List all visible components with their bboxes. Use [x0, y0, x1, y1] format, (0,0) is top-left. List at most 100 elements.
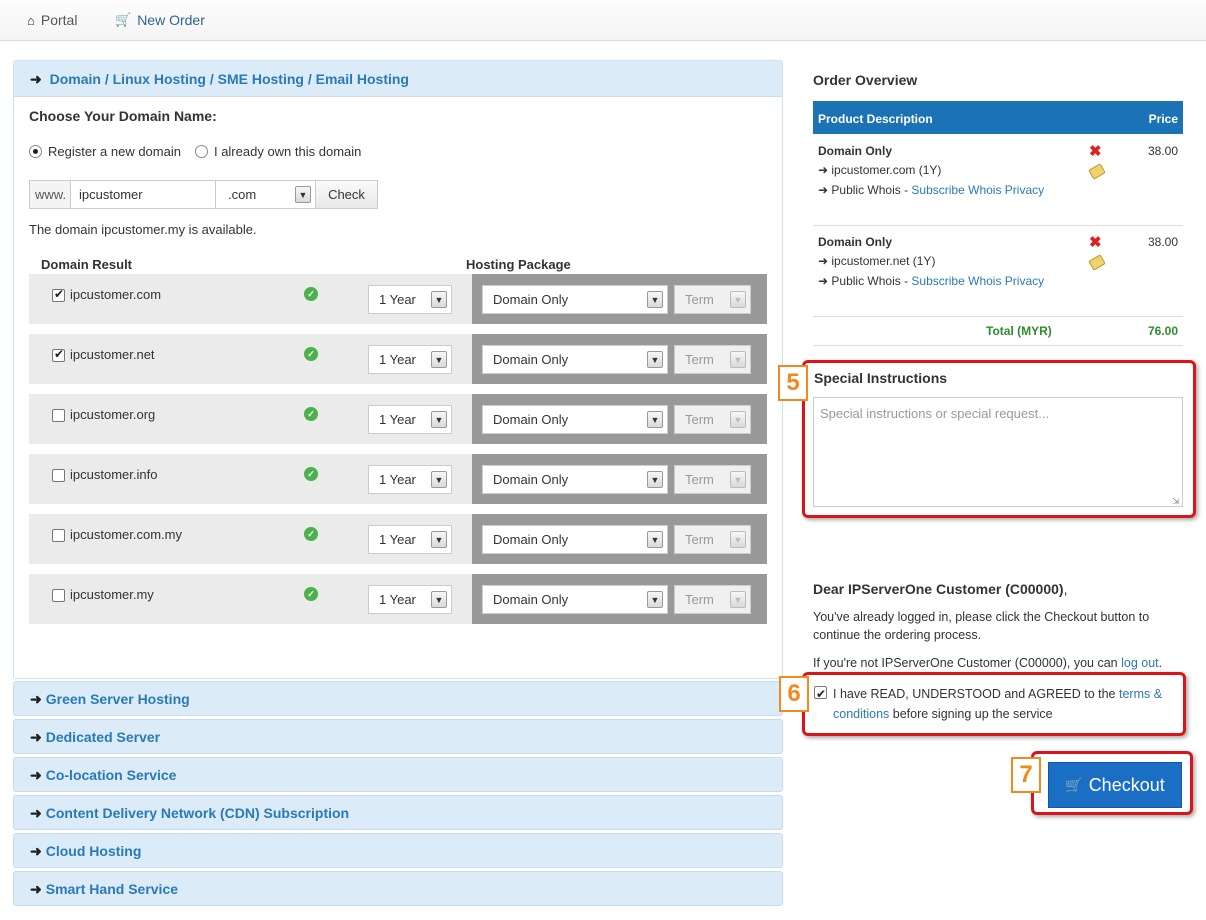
not-customer-message: If you're not IPServerOne Customer (C000…	[813, 654, 1183, 672]
order-overview-title: Order Overview	[813, 72, 918, 88]
delete-icon[interactable]: ✖	[1089, 142, 1102, 160]
hosting-package-select[interactable]: Domain Only ▼	[482, 405, 668, 434]
availability-message: The domain ipcustomer.my is available.	[29, 222, 257, 237]
registration-period-value: 1 Year	[379, 292, 416, 307]
accordion-title: Green Server Hosting	[45, 691, 190, 707]
arrow-right-icon: ➜	[30, 805, 42, 821]
checkout-label: Checkout	[1088, 774, 1165, 795]
hosting-package-select[interactable]: Domain Only ▼	[482, 585, 668, 614]
hosting-package-area: Domain Only ▼ Term ▼	[472, 334, 767, 384]
accordion-header[interactable]: ➜ Smart Hand Service	[13, 871, 783, 906]
domain-select-checkbox[interactable]	[52, 469, 65, 482]
whois-separator: -	[900, 274, 912, 288]
nav-portal[interactable]: ⌂ Portal	[27, 12, 77, 28]
accordion-title: Content Delivery Network (CDN) Subscript…	[45, 805, 350, 821]
term-select[interactable]: Term ▼	[674, 525, 751, 554]
hosting-package-value: Domain Only	[493, 412, 569, 427]
logout-link[interactable]: log out	[1121, 656, 1159, 670]
step-badge-7: 7	[1011, 757, 1041, 793]
chevron-down-icon: ▼	[730, 411, 746, 428]
domain-search: www. .com ▼ Check	[29, 180, 378, 209]
registration-period-select[interactable]: 1 Year ▼	[368, 405, 452, 434]
term-select-value: Term	[685, 352, 714, 367]
accordion-header[interactable]: ➜ Co-location Service	[13, 757, 783, 792]
chevron-down-icon: ▼	[431, 291, 447, 308]
domain-select-checkbox[interactable]	[52, 287, 65, 302]
domain-result-row: ipcustomer.info ✓ 1 Year ▼ Domain Only ▼ Term ▼	[29, 454, 767, 504]
check-button[interactable]: Check	[316, 180, 378, 209]
tld-select[interactable]: .com ▼	[216, 180, 316, 209]
term-select[interactable]: Term ▼	[674, 285, 751, 314]
term-select-value: Term	[685, 292, 714, 307]
term-select[interactable]: Term ▼	[674, 465, 751, 494]
domain-select-checkbox[interactable]	[52, 347, 65, 362]
order-item: Domain Only ➜ ipcustomer.com (1Y) ➜ Publ…	[813, 134, 1183, 225]
domain-name-input[interactable]	[71, 180, 216, 209]
domain-result-name: ipcustomer.com.my	[70, 527, 182, 542]
term-select[interactable]: Term ▼	[674, 405, 751, 434]
subscribe-whois-privacy-link[interactable]: Subscribe Whois Privacy	[911, 274, 1044, 288]
hosting-package-area: Domain Only ▼ Term ▼	[472, 394, 767, 444]
tag-icon[interactable]	[1088, 163, 1106, 180]
domain-result-row: ipcustomer.org ✓ 1 Year ▼ Domain Only ▼ Term ▼	[29, 394, 767, 444]
accordion-title: Dedicated Server	[45, 729, 161, 745]
hosting-package-select[interactable]: Domain Only ▼	[482, 345, 668, 374]
chevron-down-icon: ▼	[431, 351, 447, 368]
agree-terms-checkbox[interactable]	[814, 684, 827, 704]
price-header: Price	[1148, 112, 1178, 126]
hosting-package-select[interactable]: Domain Only ▼	[482, 465, 668, 494]
domain-result-row: ipcustomer.com ✓ 1 Year ▼ Domain Only ▼ Term ▼	[29, 274, 767, 324]
cart-icon: 🛒	[1065, 776, 1083, 793]
registration-period-select[interactable]: 1 Year ▼	[368, 465, 452, 494]
arrow-right-icon: ➜	[30, 71, 42, 87]
domain-result-heading: Domain Result	[41, 257, 133, 272]
own-domain-radio[interactable]	[194, 145, 208, 158]
domain-select-checkbox[interactable]	[52, 529, 65, 542]
domain-result-name: ipcustomer.com	[70, 287, 162, 302]
not-customer-period: .	[1158, 656, 1163, 670]
nav-new-order[interactable]: 🛒 New Order	[115, 12, 205, 28]
available-check-icon: ✓	[304, 527, 318, 541]
domain-select-checkbox[interactable]	[52, 589, 65, 602]
arrow-right-icon: ➜	[30, 729, 42, 745]
registration-period-select[interactable]: 1 Year ▼	[368, 525, 452, 554]
agree-text-before: I have READ, UNDERSTOOD and AGREED to th…	[833, 687, 1119, 701]
logged-in-message: You've already logged in, please click t…	[813, 610, 1150, 642]
hosting-package-select[interactable]: Domain Only ▼	[482, 525, 668, 554]
registration-period-select[interactable]: 1 Year ▼	[368, 585, 452, 614]
term-select[interactable]: Term ▼	[674, 585, 751, 614]
own-domain-label[interactable]: I already own this domain	[214, 144, 361, 159]
checkout-button[interactable]: 🛒 Checkout	[1048, 762, 1182, 808]
subscribe-whois-privacy-link[interactable]: Subscribe Whois Privacy	[911, 183, 1044, 197]
chevron-down-icon: ▼	[647, 531, 663, 548]
domain-result-name: ipcustomer.info	[70, 467, 158, 482]
agree-text-after: before signing up the service	[889, 707, 1053, 721]
term-select-value: Term	[685, 592, 714, 607]
accordion-header[interactable]: ➜ Dedicated Server	[13, 719, 783, 754]
term-select[interactable]: Term ▼	[674, 345, 751, 374]
agree-terms-text: I have READ, UNDERSTOOD and AGREED to th…	[833, 684, 1183, 724]
registration-period-select[interactable]: 1 Year ▼	[368, 285, 452, 314]
chevron-down-icon: ▼	[431, 471, 447, 488]
register-new-label[interactable]: Register a new domain	[48, 144, 181, 159]
chevron-down-icon: ▼	[431, 591, 447, 608]
registration-period-value: 1 Year	[379, 532, 416, 547]
accordion-header[interactable]: ➜ Green Server Hosting	[13, 681, 783, 716]
resize-grip-icon[interactable]: ⇲	[1172, 496, 1180, 507]
nav-portal-label: Portal	[40, 12, 78, 28]
panel-header[interactable]: ➜ Domain / Linux Hosting / SME Hosting /…	[14, 61, 782, 97]
register-new-radio[interactable]	[29, 145, 42, 158]
registration-period-select[interactable]: 1 Year ▼	[368, 345, 452, 374]
tag-icon[interactable]	[1088, 254, 1106, 271]
order-item-title: Domain Only	[818, 235, 893, 249]
hosting-package-select[interactable]: Domain Only ▼	[482, 285, 668, 314]
accordion-header[interactable]: ➜ Cloud Hosting	[13, 833, 783, 868]
accordion-header[interactable]: ➜ Content Delivery Network (CDN) Subscrip…	[13, 795, 783, 830]
arrow-right-icon: ➜	[30, 843, 42, 859]
hosting-package-area: Domain Only ▼ Term ▼	[472, 274, 767, 324]
chevron-down-icon: ▼	[431, 531, 447, 548]
registration-period-value: 1 Year	[379, 352, 416, 367]
special-instructions-input[interactable]	[813, 397, 1183, 507]
delete-icon[interactable]: ✖	[1089, 233, 1102, 251]
domain-select-checkbox[interactable]	[52, 409, 65, 422]
